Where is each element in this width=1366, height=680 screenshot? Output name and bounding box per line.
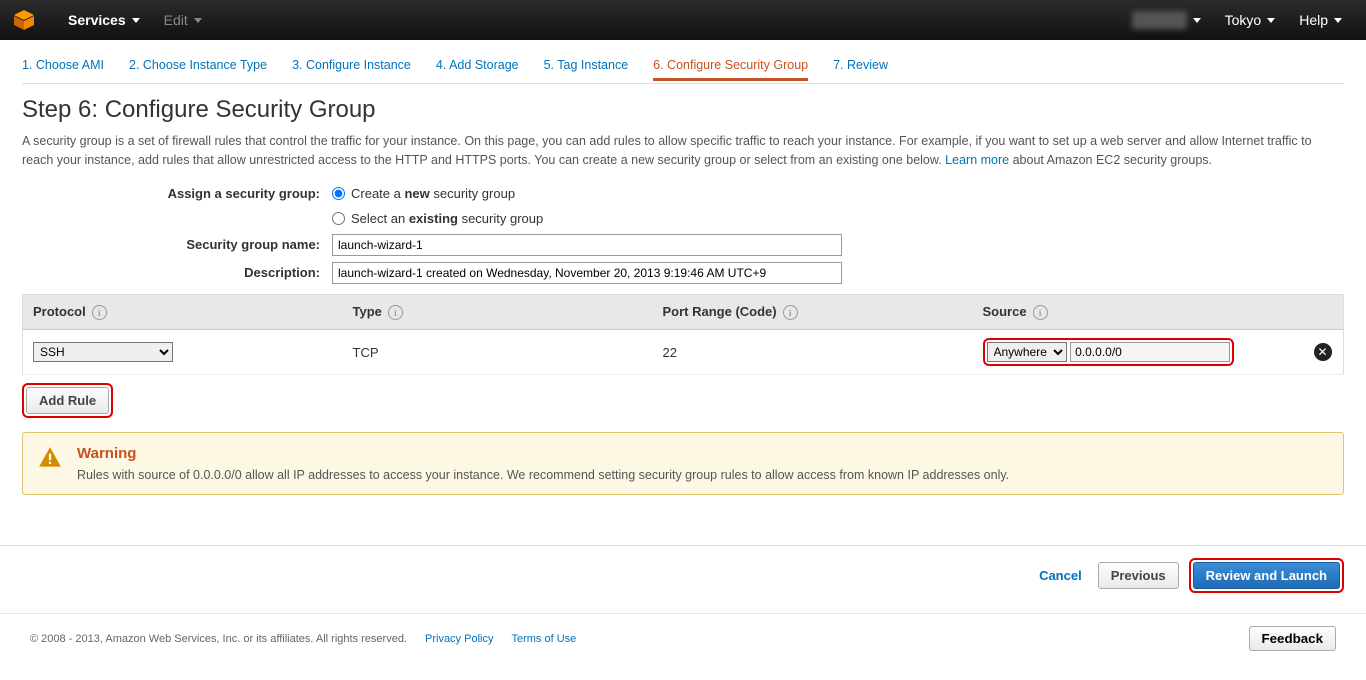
feedback-button[interactable]: Feedback [1249, 626, 1337, 651]
col-type: Type [353, 304, 382, 319]
chevron-down-icon [1267, 18, 1275, 23]
add-rule-button[interactable]: Add Rule [26, 387, 109, 414]
page-title: Step 6: Configure Security Group [22, 96, 1344, 124]
warning-icon [37, 445, 63, 471]
sg-desc-input[interactable] [332, 262, 842, 284]
info-icon[interactable]: i [1033, 305, 1048, 320]
bottom-bar: © 2008 - 2013, Amazon Web Services, Inc.… [0, 613, 1366, 663]
wizard-tabs: 1. Choose AMI 2. Choose Instance Type 3.… [22, 54, 1344, 84]
rules-table: Protocoli Typei Port Range (Code)i Sourc… [22, 294, 1344, 376]
tab-review[interactable]: 7. Review [833, 54, 888, 81]
privacy-link[interactable]: Privacy Policy [425, 633, 493, 645]
col-port: Port Range (Code) [663, 304, 777, 319]
tab-security-group[interactable]: 6. Configure Security Group [653, 54, 808, 81]
rule-row: SSH TCP 22 Anywhere ✕ [23, 330, 1344, 375]
terms-link[interactable]: Terms of Use [511, 633, 576, 645]
source-cidr-input[interactable] [1070, 342, 1230, 362]
account-menu[interactable] [1120, 11, 1213, 29]
source-select[interactable]: Anywhere [987, 342, 1067, 362]
aws-logo-icon [12, 8, 36, 32]
col-source: Source [983, 304, 1027, 319]
rule-port: 22 [653, 330, 973, 375]
cancel-link[interactable]: Cancel [1039, 568, 1082, 583]
region-menu[interactable]: Tokyo [1213, 12, 1288, 28]
radio-select-existing[interactable] [332, 212, 345, 225]
tab-add-storage[interactable]: 4. Add Storage [436, 54, 519, 81]
chevron-down-icon [1334, 18, 1342, 23]
services-menu[interactable]: Services [56, 12, 152, 28]
radio-existing-label: Select an existing security group [351, 211, 543, 226]
page-description: A security group is a set of firewall ru… [22, 132, 1344, 170]
warning-title: Warning [77, 445, 1009, 462]
learn-more-link[interactable]: Learn more [945, 153, 1009, 167]
footer-actions: Cancel Previous Review and Launch [0, 545, 1366, 605]
tab-configure-instance[interactable]: 3. Configure Instance [292, 54, 411, 81]
col-protocol: Protocol [33, 304, 86, 319]
help-menu[interactable]: Help [1287, 12, 1354, 28]
warning-box: Warning Rules with source of 0.0.0.0/0 a… [22, 432, 1344, 495]
top-nav: Services Edit Tokyo Help [0, 0, 1366, 40]
tab-tag-instance[interactable]: 5. Tag Instance [544, 54, 629, 81]
assign-sg-label: Assign a security group: [22, 186, 332, 201]
warning-text: Rules with source of 0.0.0.0/0 allow all… [77, 468, 1009, 482]
info-icon[interactable]: i [388, 305, 403, 320]
chevron-down-icon [1193, 18, 1201, 23]
copyright-text: © 2008 - 2013, Amazon Web Services, Inc.… [30, 633, 407, 645]
tab-choose-ami[interactable]: 1. Choose AMI [22, 54, 104, 81]
sg-name-input[interactable] [332, 234, 842, 256]
info-icon[interactable]: i [783, 305, 798, 320]
previous-button[interactable]: Previous [1098, 562, 1179, 589]
protocol-select[interactable]: SSH [33, 342, 173, 362]
radio-create-label: Create a new security group [351, 186, 515, 201]
rule-type: TCP [343, 330, 653, 375]
radio-create-new[interactable] [332, 187, 345, 200]
info-icon[interactable]: i [92, 305, 107, 320]
remove-rule-icon[interactable]: ✕ [1314, 343, 1332, 361]
tab-instance-type[interactable]: 2. Choose Instance Type [129, 54, 267, 81]
chevron-down-icon [194, 18, 202, 23]
edit-menu[interactable]: Edit [152, 12, 214, 28]
chevron-down-icon [132, 18, 140, 23]
review-and-launch-button[interactable]: Review and Launch [1193, 562, 1340, 589]
sg-name-label: Security group name: [22, 237, 332, 252]
sg-desc-label: Description: [22, 265, 332, 280]
